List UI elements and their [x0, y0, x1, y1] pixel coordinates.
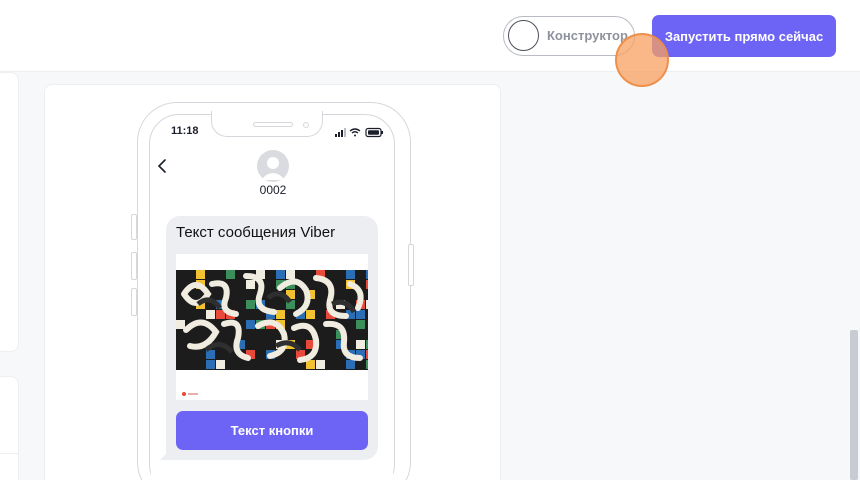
mosaic-tile	[346, 360, 355, 369]
top-bar: Конструктор Запустить прямо сейчас	[0, 0, 860, 72]
mosaic-tile	[226, 270, 235, 279]
wifi-icon	[349, 128, 361, 137]
mosaic-tile	[356, 340, 365, 349]
back-chevron-icon[interactable]	[156, 158, 168, 174]
mosaic-tile	[296, 270, 305, 279]
launch-now-button[interactable]: Запустить прямо сейчас	[652, 15, 836, 57]
mosaic-tile	[356, 310, 365, 319]
constructor-toggle[interactable]: Конструктор	[503, 16, 635, 56]
mosaic-tile	[356, 320, 365, 329]
mosaic-tile	[316, 360, 325, 369]
status-time: 11:18	[171, 125, 199, 137]
mosaic-tile	[366, 360, 368, 369]
mosaic-tile	[196, 270, 205, 279]
scrollbar[interactable]	[850, 330, 858, 480]
phone-side-button	[131, 252, 137, 280]
mosaic-tile	[346, 340, 355, 349]
contact-name: 0002	[259, 183, 287, 197]
phone-speaker	[253, 122, 293, 127]
mosaic-tile	[276, 310, 285, 319]
signal-icon	[335, 128, 346, 137]
click-indicator	[615, 33, 669, 87]
message-text: Текст сообщения Viber	[176, 224, 336, 241]
mosaic-tile	[286, 270, 295, 279]
message-image	[176, 254, 368, 400]
mosaic-tile	[216, 360, 225, 369]
mosaic-tile	[246, 300, 255, 309]
mosaic-tile	[206, 360, 215, 369]
message-cta-button[interactable]: Текст кнопки	[176, 411, 368, 450]
phone-side-button	[131, 214, 137, 240]
phone-camera	[303, 122, 309, 128]
left-panel-card	[0, 72, 19, 352]
mosaic-tile	[366, 350, 368, 359]
phone-side-button	[131, 288, 137, 316]
mosaic-tile	[246, 320, 255, 329]
mosaic-tile	[276, 270, 285, 279]
mosaic-tile	[306, 310, 315, 319]
left-panel-card-secondary	[0, 376, 19, 480]
mosaic-tile	[366, 340, 368, 349]
mosaic-tile	[246, 280, 255, 289]
mosaic-tile	[196, 360, 205, 369]
avatar-icon	[257, 150, 289, 182]
phone-power-button	[408, 244, 414, 286]
mosaic-tile	[366, 280, 368, 289]
mosaic-tile	[366, 300, 368, 309]
mosaic-tile	[346, 270, 355, 279]
toggle-knob[interactable]	[508, 20, 539, 51]
mosaic-tile	[366, 270, 368, 279]
constructor-toggle-label: Конструктор	[547, 28, 628, 43]
mosaic-tile	[176, 320, 185, 329]
mosaic-tile	[236, 360, 245, 369]
divider	[0, 453, 18, 454]
battery-icon	[365, 127, 383, 138]
status-icons	[335, 127, 383, 138]
mosaic-tile	[206, 310, 215, 319]
